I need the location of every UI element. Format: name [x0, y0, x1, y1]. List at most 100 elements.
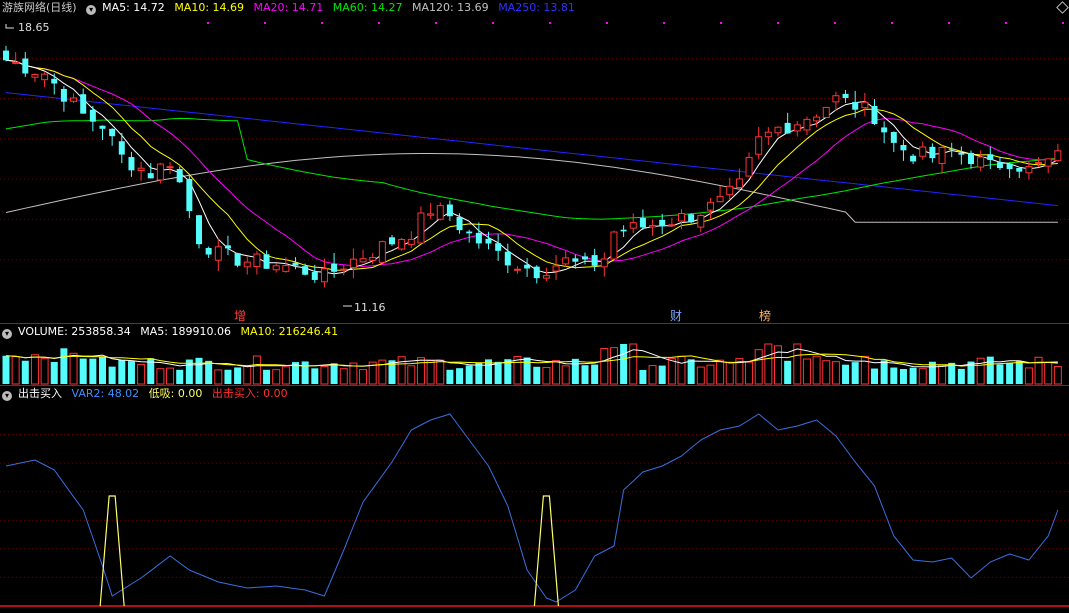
- candle-body: [582, 256, 588, 260]
- volume-bar: [639, 369, 647, 384]
- candle-body: [302, 266, 309, 275]
- candle-body: [427, 213, 435, 216]
- candle-body: [41, 73, 49, 81]
- candle-body: [1035, 161, 1043, 164]
- candle-body: [60, 88, 67, 102]
- volume-bar: [1053, 366, 1062, 385]
- volume-bar: [127, 361, 135, 384]
- candle-body: [996, 162, 1003, 169]
- candlestick-chart: 18.65 11.16 增 财 榜: [0, 21, 1069, 323]
- candle-body: [272, 265, 280, 271]
- candle-body: [842, 93, 849, 99]
- vol-header: ▾ VOLUME: 253858.34 MA5: 189910.06 MA10: …: [0, 324, 344, 340]
- volume-bar: [880, 360, 888, 384]
- candle-body: [774, 126, 782, 134]
- candle-body: [552, 265, 560, 272]
- volume-bar: [2, 355, 10, 384]
- signal-dot: [834, 22, 836, 24]
- volume-bar: [311, 368, 319, 384]
- candlestick-panel[interactable]: 游族网络(日线) ▾ MA5: 14.72 MA10: 14.69 MA20: 1…: [0, 0, 1069, 324]
- candle-body: [214, 246, 222, 261]
- volume-bar: [176, 369, 184, 384]
- volume-bar: [465, 365, 473, 384]
- candle-body: [822, 106, 830, 118]
- volume-bar: [899, 369, 907, 384]
- candle-body: [282, 265, 290, 272]
- ma20-line: [5, 59, 1058, 267]
- volume-bar: [822, 360, 831, 385]
- candle-body: [735, 178, 743, 189]
- candle-body: [485, 238, 492, 244]
- indicator-chart: [0, 413, 1069, 607]
- candle-body: [697, 214, 705, 228]
- volume-bar: [137, 363, 146, 385]
- ma60-label: MA60: 14.27: [332, 1, 403, 14]
- candle-body: [784, 122, 791, 134]
- volume-bar: [716, 359, 725, 385]
- volume-bar: [272, 369, 281, 385]
- marker-cai: 财: [670, 309, 682, 323]
- candle-body: [1025, 166, 1033, 174]
- volume-bar: [677, 355, 686, 385]
- candle-body: [205, 247, 212, 255]
- low-label: 11.16: [354, 301, 386, 314]
- main-header: 游族网络(日线) ▾ MA5: 14.72 MA10: 14.69 MA20: 1…: [0, 0, 581, 16]
- ma250-line: [5, 92, 1058, 207]
- volume-bar: [60, 348, 68, 384]
- signal-dot: [207, 22, 209, 24]
- vol-ma10-label: MA10: 216246.41: [240, 325, 339, 338]
- signal-dot: [321, 22, 323, 24]
- candle-body: [349, 258, 357, 269]
- volume-bar: [234, 367, 242, 384]
- volume-bar: [378, 359, 387, 385]
- volume-bar: [339, 368, 348, 385]
- volume-bar: [909, 367, 917, 384]
- candle-body: [118, 141, 125, 155]
- volume-bar: [407, 365, 416, 385]
- vol-ma5-line: [5, 348, 1058, 368]
- candle-body: [466, 231, 473, 234]
- candle-body: [919, 146, 927, 157]
- candle-body: [871, 106, 878, 125]
- volume-bar: [812, 355, 821, 385]
- marker-bang: 榜: [759, 308, 771, 323]
- volume-bar: [426, 360, 435, 385]
- volume-bar: [533, 366, 541, 384]
- chevron-down-icon[interactable]: ▾: [86, 5, 97, 15]
- candle-body: [706, 201, 714, 211]
- volume-bar: [195, 357, 203, 384]
- volume-bar: [571, 358, 579, 384]
- volume-bar: [69, 352, 78, 385]
- volume-bar: [561, 365, 570, 385]
- candle-body: [610, 231, 618, 260]
- candle-body: [243, 261, 251, 268]
- vol-ma5-label: MA5: 189910.06: [140, 325, 231, 338]
- candle-body: [668, 224, 676, 227]
- volume-bar: [938, 364, 947, 385]
- candle-body: [253, 253, 261, 268]
- candle-body: [495, 243, 502, 251]
- volume-bar: [11, 356, 20, 385]
- indicator-panel[interactable]: ▾ 出击买入 VAR2: 48.02 低吸: 0.00 出击买入: 0.00: [0, 386, 1069, 613]
- candle-body: [890, 132, 897, 143]
- volume-bar: [687, 359, 695, 384]
- volume-bar: [996, 364, 1004, 384]
- candle-body: [987, 154, 994, 161]
- candle-body: [764, 131, 772, 138]
- candle-body: [320, 268, 328, 283]
- chevron-down-icon[interactable]: ▾: [2, 329, 12, 339]
- candle-body: [716, 195, 724, 203]
- candle-body: [166, 166, 174, 169]
- candle-body: [109, 128, 116, 137]
- signal-dot: [1062, 22, 1064, 24]
- stock-title: 游族网络(日线): [2, 1, 77, 14]
- candle-body: [938, 147, 946, 164]
- candle-body: [649, 224, 657, 228]
- candle-body: [572, 258, 579, 262]
- candle-body: [852, 101, 859, 110]
- volume-bar: [1015, 361, 1023, 384]
- chevron-down-icon[interactable]: ▾: [2, 391, 12, 401]
- candle-body: [678, 213, 685, 222]
- candle-body: [958, 152, 965, 155]
- volume-panel[interactable]: ▾ VOLUME: 253858.34 MA5: 189910.06 MA10: …: [0, 324, 1069, 386]
